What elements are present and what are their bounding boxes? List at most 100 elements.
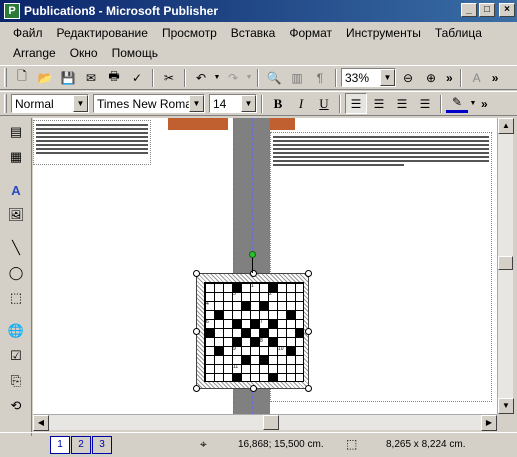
mail-icon[interactable]: ✉ <box>80 67 102 88</box>
status-bar: 1 2 3 ⌖ 16,868; 15,500 cm. ⬚ 8,265 x 8,2… <box>0 432 517 457</box>
horizontal-scrollbar[interactable]: ◀ ▶ <box>33 414 497 431</box>
design-gallery-tool-icon[interactable]: ⟲ <box>4 395 28 417</box>
clue-number: 6 <box>206 319 209 325</box>
print-preview-icon[interactable]: 🔍 <box>263 67 285 88</box>
new-document-icon[interactable]: 🗋 <box>11 67 33 88</box>
align-center-icon[interactable]: ☰ <box>368 93 390 114</box>
clue-number: 8 <box>260 338 263 344</box>
chevron-down-icon[interactable]: ▼ <box>380 69 395 86</box>
minimize-button[interactable]: _ <box>461 3 477 17</box>
close-button[interactable]: × <box>499 3 515 17</box>
menu-insert[interactable]: Вставка <box>224 26 283 40</box>
autoshapes-tool-icon[interactable]: ⬚ <box>4 287 28 309</box>
pilcrow-icon[interactable]: ¶ <box>309 67 331 88</box>
publication-workspace[interactable]: 5 1 2 4 6 7 8 9 10 11 <box>33 118 497 414</box>
chevron-down-icon[interactable]: ▼ <box>73 95 88 112</box>
redo-dropdown-icon[interactable]: ▼ <box>245 67 253 88</box>
clue-number: 2 <box>269 291 272 297</box>
toolbar-grip[interactable] <box>4 94 7 113</box>
menu-arrange[interactable]: Arrange <box>6 46 63 60</box>
align-left-icon[interactable]: ☰ <box>345 93 367 114</box>
toolbar-overflow-icon-2[interactable]: » <box>489 71 502 85</box>
cut-icon[interactable]: ✂ <box>158 67 180 88</box>
justify-icon[interactable]: ☰ <box>414 93 436 114</box>
html-fragment-tool-icon[interactable]: ⎘ <box>4 370 28 392</box>
menu-tools[interactable]: Инструменты <box>339 26 428 40</box>
menu-table[interactable]: Таблица <box>428 26 489 40</box>
chevron-down-icon[interactable]: ▼ <box>189 95 204 112</box>
chevron-down-icon[interactable]: ▼ <box>241 95 256 112</box>
bold-icon[interactable]: B <box>267 93 289 114</box>
text-box-tool-icon[interactable]: ▤ <box>4 121 28 143</box>
vertical-scroll-thumb[interactable] <box>498 256 513 270</box>
resize-handle-w[interactable] <box>193 328 200 335</box>
line-tool-icon[interactable]: ╲ <box>4 237 28 259</box>
page-tab-1[interactable]: 1 <box>50 436 70 454</box>
rotate-handle[interactable] <box>249 251 256 258</box>
align-right-icon[interactable]: ☰ <box>391 93 413 114</box>
vertical-scrollbar[interactable]: ▲ ▼ <box>497 118 514 414</box>
font-combo[interactable]: Times New Roman ▼ <box>93 94 205 113</box>
header-ornament-right <box>270 118 295 130</box>
crossword-grid: 5 1 2 4 6 7 8 9 10 11 <box>204 282 304 382</box>
scroll-right-icon[interactable]: ▶ <box>481 415 497 431</box>
scroll-down-icon[interactable]: ▼ <box>498 398 514 414</box>
window-title: Publication8 - Microsoft Publisher <box>24 4 219 18</box>
wordart-tool-icon[interactable]: A <box>4 179 28 201</box>
text-frame-left[interactable] <box>33 120 151 165</box>
crossword-picture[interactable]: 5 1 2 4 6 7 8 9 10 11 <box>193 270 312 392</box>
object-position: 16,868; 15,500 cm. <box>238 439 324 450</box>
columns-icon[interactable]: ▥ <box>286 67 308 88</box>
clue-number: 7 <box>260 319 263 325</box>
resize-handle-se[interactable] <box>305 385 312 392</box>
scroll-up-icon[interactable]: ▲ <box>498 118 514 134</box>
menu-edit[interactable]: Редактирование <box>50 26 155 40</box>
zoom-combo[interactable]: 33% ▼ <box>341 68 396 87</box>
maximize-button[interactable]: □ <box>479 3 495 17</box>
underline-icon[interactable]: U <box>313 93 335 114</box>
save-icon[interactable]: 💾 <box>57 67 79 88</box>
print-icon[interactable]: 🖶 <box>103 67 125 88</box>
undo-dropdown-icon[interactable]: ▼ <box>213 67 221 88</box>
style-combo[interactable]: Normal ▼ <box>11 94 89 113</box>
zoom-out-icon[interactable]: ⊖ <box>397 67 419 88</box>
page-tab-2[interactable]: 2 <box>71 436 91 454</box>
menu-window[interactable]: Окно <box>63 46 105 60</box>
toolbar-grip[interactable] <box>4 68 7 87</box>
menu-help[interactable]: Помощь <box>105 46 165 60</box>
clue-number: 9 <box>233 346 236 352</box>
title-bar: P Publication8 - Microsoft Publisher _ □… <box>0 0 517 22</box>
undo-icon[interactable]: ↶ <box>190 67 212 88</box>
resize-handle-e[interactable] <box>305 328 312 335</box>
oval-tool-icon[interactable]: ◯ <box>4 262 28 284</box>
italic-icon[interactable]: I <box>290 93 312 114</box>
resize-handle-nw[interactable] <box>193 270 200 277</box>
font-size-combo[interactable]: 14 ▼ <box>209 94 257 113</box>
resize-handle-ne[interactable] <box>305 270 312 277</box>
menu-file[interactable]: Файл <box>6 26 50 40</box>
hotspot-tool-icon[interactable]: 🌐 <box>4 320 28 342</box>
form-control-tool-icon[interactable]: ☑ <box>4 345 28 367</box>
formatting-toolbar: Normal ▼ Times New Roman ▼ 14 ▼ B I U ☰ … <box>0 91 517 116</box>
toolbar-overflow-icon-3[interactable]: » <box>478 97 491 111</box>
open-folder-icon[interactable]: 📂 <box>34 67 56 88</box>
page-tab-3[interactable]: 3 <box>92 436 112 454</box>
horizontal-scroll-thumb[interactable] <box>263 415 279 430</box>
redo-icon[interactable]: ↷ <box>222 67 244 88</box>
menu-view[interactable]: Просмотр <box>155 26 224 40</box>
toolbar-overflow-icon[interactable]: » <box>443 71 456 85</box>
text-style-icon[interactable]: A <box>466 67 488 88</box>
font-color-icon[interactable]: ✎ <box>446 95 468 113</box>
zoom-in-icon[interactable]: ⊕ <box>420 67 442 88</box>
publisher-app-icon[interactable]: P <box>4 3 20 19</box>
size-icon: ⬚ <box>346 437 358 451</box>
menu-format[interactable]: Формат <box>282 26 339 40</box>
picture-tool-icon[interactable]: 🖼 <box>4 204 28 226</box>
font-size-value: 14 <box>213 96 227 111</box>
resize-handle-s[interactable] <box>250 385 257 392</box>
resize-handle-sw[interactable] <box>193 385 200 392</box>
spellcheck-icon[interactable]: ✓ <box>126 67 148 88</box>
table-tool-icon[interactable]: ▦ <box>4 146 28 168</box>
scroll-left-icon[interactable]: ◀ <box>33 415 49 431</box>
font-color-dropdown-icon[interactable]: ▼ <box>469 93 477 114</box>
